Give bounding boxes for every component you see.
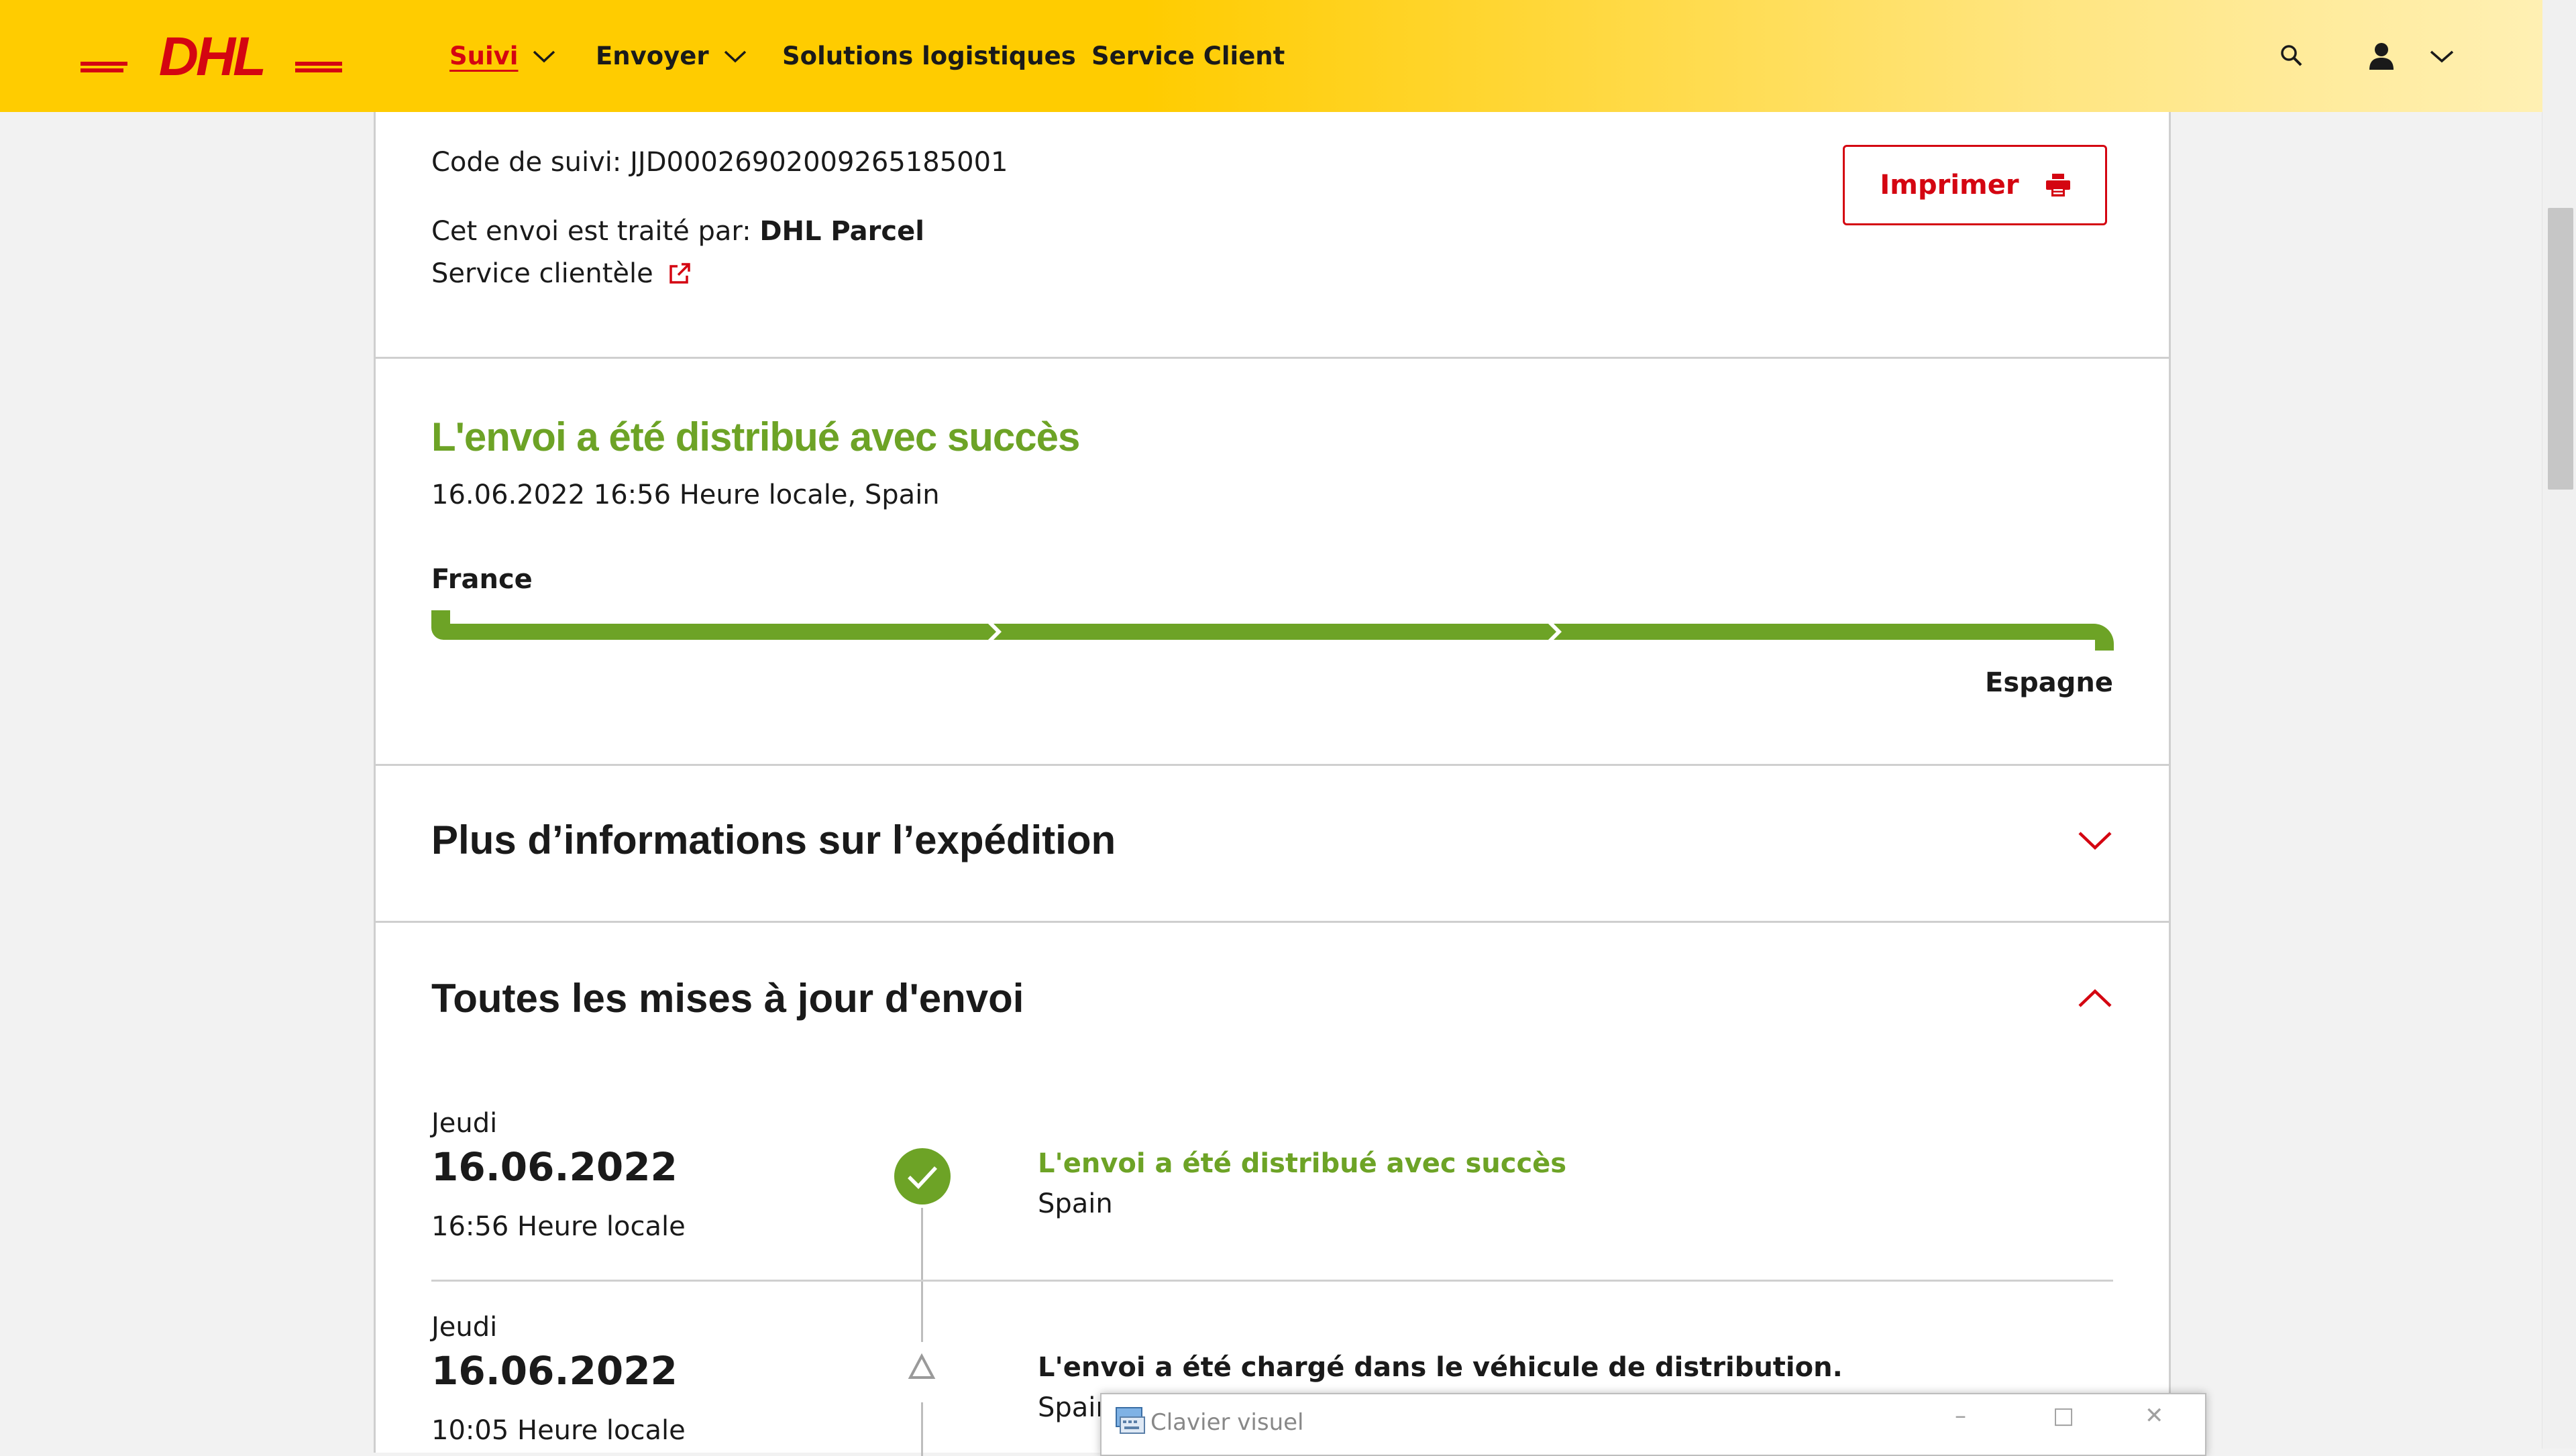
- nav-envoyer-label: Envoyer: [596, 42, 709, 70]
- handled-by-line: Cet envoi est traité par: DHL Parcel: [431, 216, 924, 247]
- chevron-down-icon: [533, 50, 555, 62]
- updates-title[interactable]: Toutes les mises à jour d'envoi: [431, 975, 1024, 1021]
- user-icon[interactable]: [2368, 42, 2395, 70]
- nav-solutions-logistiques[interactable]: Solutions logistiques: [782, 0, 1076, 112]
- progress-bar: [431, 610, 2114, 651]
- on-screen-keyboard-window[interactable]: Clavier visuel – □ ✕: [1100, 1393, 2206, 1456]
- progress-segment-1: [431, 610, 996, 640]
- printer-icon: [2045, 174, 2070, 197]
- nav-service-client-label: Service Client: [1091, 42, 1285, 70]
- close-button[interactable]: ✕: [2145, 1402, 2164, 1429]
- chevron-down-icon[interactable]: [2078, 830, 2112, 852]
- osk-title: Clavier visuel: [1150, 1409, 1304, 1436]
- print-button[interactable]: Imprimer: [1843, 145, 2107, 225]
- external-link-icon: [669, 263, 690, 284]
- page-scrollbar[interactable]: [2542, 0, 2576, 1449]
- nav-suivi-label: Suivi: [449, 42, 519, 70]
- event-description: L'envoi a été distribué avec succès: [1038, 1148, 1567, 1179]
- event-time: 10:05 Heure locale: [431, 1415, 686, 1446]
- svg-text:DHL: DHL: [159, 32, 264, 82]
- event-date: 16.06.2022: [431, 1348, 678, 1394]
- tracking-info-panel: Code de suivi: JJD00026902009265185001 C…: [374, 112, 2171, 359]
- nav-service-client[interactable]: Service Client: [1091, 0, 1285, 112]
- origin-country: France: [431, 564, 533, 595]
- print-button-label: Imprimer: [1880, 170, 2019, 201]
- handled-by-prefix: Cet envoi est traité par:: [431, 216, 760, 247]
- customer-service-label: Service clientèle: [431, 258, 653, 289]
- more-info-title: Plus d’informations sur l’expédition: [431, 818, 1116, 862]
- chevron-up-icon[interactable]: [2078, 987, 2112, 1009]
- timeline-line: [921, 1402, 923, 1456]
- progress-segment-2: [994, 624, 1556, 640]
- event-description: L'envoi a été chargé dans le véhicule de…: [1038, 1352, 1843, 1383]
- check-circle-icon: [894, 1148, 951, 1205]
- carrier-name: DHL Parcel: [759, 216, 924, 247]
- event-time: 16:56 Heure locale: [431, 1211, 686, 1242]
- chevron-down-icon[interactable]: [2428, 48, 2455, 64]
- timeline-line: [921, 1208, 923, 1342]
- triangle-icon: [908, 1353, 936, 1379]
- status-panel: L'envoi a été distribué avec succès 16.0…: [374, 359, 2171, 766]
- search-icon[interactable]: [2279, 44, 2304, 68]
- event-day: Jeudi: [431, 1312, 498, 1343]
- event-location: Spain: [1038, 1188, 1113, 1219]
- more-info-accordion[interactable]: Plus d’informations sur l’expédition: [374, 766, 2171, 923]
- tracking-code: Code de suivi: JJD00026902009265185001: [431, 147, 1008, 178]
- dhl-logo[interactable]: DHL: [80, 32, 342, 82]
- divider: [431, 1280, 2113, 1282]
- customer-service-link[interactable]: Service clientèle: [431, 258, 691, 289]
- scrollbar-thumb[interactable]: [2548, 208, 2573, 490]
- destination-country: Espagne: [1985, 667, 2113, 698]
- keyboard-icon: [1116, 1407, 1145, 1434]
- site-header: DHL Suivi Envoyer Solutions logistiques …: [0, 0, 2542, 112]
- chevron-down-icon: [724, 50, 746, 62]
- nav-solutions-label: Solutions logistiques: [782, 42, 1076, 70]
- status-datetime: 16.06.2022 16:56 Heure locale, Spain: [431, 480, 940, 510]
- maximize-button[interactable]: □: [2053, 1402, 2074, 1429]
- progress-segment-3: [1554, 624, 2114, 651]
- minimize-button[interactable]: –: [1955, 1402, 1966, 1429]
- event-date: 16.06.2022: [431, 1144, 678, 1190]
- event-day: Jeudi: [431, 1108, 498, 1139]
- nav-suivi[interactable]: Suivi: [449, 0, 557, 112]
- status-title: L'envoi a été distribué avec succès: [431, 414, 1080, 459]
- nav-envoyer[interactable]: Envoyer: [596, 0, 748, 112]
- updates-accordion: Toutes les mises à jour d'envoi Jeudi 16…: [374, 923, 2171, 1456]
